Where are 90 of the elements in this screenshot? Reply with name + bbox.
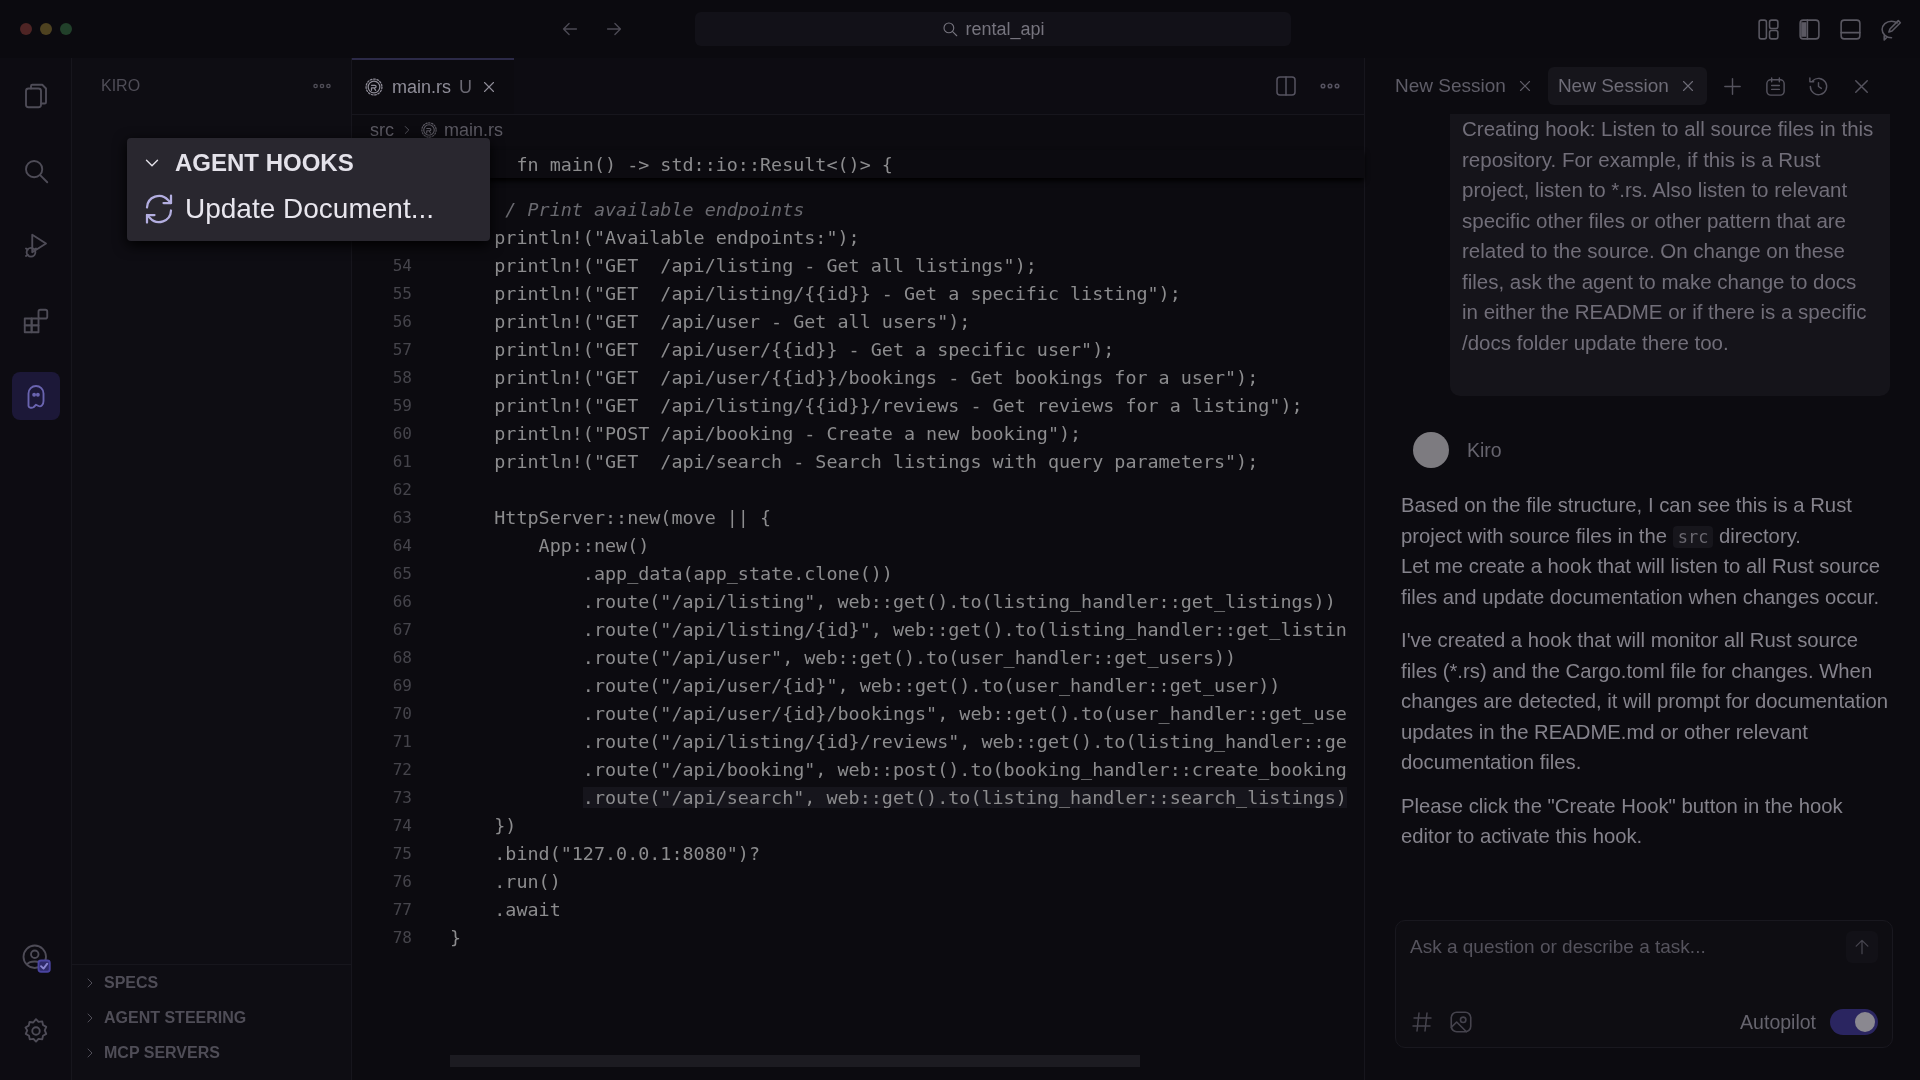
code-line: .bind("127.0.0.1:8080")? [494,842,760,864]
account-icon [20,942,51,973]
maximize-button[interactable] [60,23,72,35]
rust-file-icon [420,121,438,139]
sidebar-toggle-icon[interactable] [1797,16,1822,42]
message-text: I've created a hook that will monitor all Rust source files (*.rs) and the Cargo.toml file for changes. When changes are detected, it will prompt for documentation updates in the README.md or other relevant documentation files. [1401,628,1890,775]
line-number: 78 [391,927,412,947]
code-line: } [450,926,462,948]
line-number: 54 [391,255,412,275]
close-button[interactable] [20,23,32,35]
section-header[interactable]: AGENT STEERING [72,1000,253,1035]
code-line: App::new() [538,534,650,556]
line-number: 58 [391,367,412,387]
line-number: 56 [391,311,412,331]
search-icon [941,20,960,38]
split-editor-icon[interactable] [1274,74,1298,98]
panel-toggle-icon[interactable] [1838,16,1863,42]
line-number: 65 [391,563,412,583]
code-line: .app_data(app_state.clone()) [582,562,893,584]
code-line: println!("GET /api/listing/{{id}}/reviews - Get reviews for a listing"); [494,394,1303,416]
line-number: 72 [391,759,412,779]
line-number: 77 [391,899,412,919]
code-line: println!("GET /api/search - Search listings with query parameters"); [494,450,1259,472]
chat-input[interactable]: Ask a question or describe a task... [1410,932,1846,962]
git-status: U [459,76,472,98]
code-line: .route("/api/listing/{id}", web::get().to(listing_handler::get_listin [582,618,1347,640]
autopilot-label: Autopilot [1740,1010,1816,1034]
line-number: 57 [391,339,412,359]
message-text: Creating hook: Listen to all source files in this repository. For example, if this is a Rust project, listen to *.rs. Also listen to relevant specific other files or other pattern that are related to the source. On change on these files, ask the agent to make change to docs in either the README or if there is a specific /docs folder update there too. [1462,116,1874,356]
code-line: .route("/api/user", web::get().to(user_handler::get_users)) [582,646,1237,668]
line-number: 63 [391,507,412,527]
line-number: 62 [391,479,412,499]
rust-file-icon [364,77,384,97]
code-line: println!("GET /api/user/{{id}} - Get a specific user"); [494,338,1115,360]
send-button[interactable] [1846,931,1878,963]
line-number: 70 [391,703,412,723]
line-number: 73 [391,787,412,807]
message-text: Please click the "Create Hook" button in the hook editor to activate this hook. [1401,793,1844,849]
hash-icon[interactable] [1410,1010,1434,1034]
layout-icon[interactable] [1756,16,1781,42]
line-number: 75 [391,843,412,863]
code-line: println!("GET /api/user/{{id}}/bookings - Get bookings for a user"); [494,366,1259,388]
code-line: println!("Available endpoints:"); [494,226,860,248]
code-line: println!("GET /api/listing/{{id}} - Get a specific listing"); [494,282,1181,304]
session-tab[interactable]: New Session [1385,67,1544,105]
line-number: 68 [391,647,412,667]
section-header[interactable]: MCP SERVERS [72,1035,226,1070]
code-line: println!("GET /api/user - Get all users"); [494,310,971,332]
session-tab[interactable]: New Session [1547,67,1707,105]
file-name: main.rs [392,76,451,98]
minimize-button[interactable] [40,23,52,35]
ghost-tab[interactable] [11,371,60,420]
code-line: .route("/api/user/{id}", web::get().to(user_handler::get_user)) [582,674,1281,696]
line-number: 76 [391,871,412,891]
code-line: .run() [494,870,561,892]
line-number: 55 [391,283,412,303]
code-line: println!("POST /api/booking - Create a new booking"); [494,422,1082,444]
breadcrumb-item[interactable]: main.rs [444,119,503,141]
hook-item[interactable]: Update Document... [135,184,441,234]
line-number: 67 [391,619,412,639]
image-icon[interactable] [1448,1009,1474,1035]
code-line: .route("/api/listing/{id}/reviews", web::get().to(listing_handler::ge [582,730,1347,752]
history-icon[interactable] [1806,74,1830,98]
sender-name: Kiro [1467,438,1502,462]
sidebar-title: KIRO [101,77,141,95]
section-header[interactable]: AGENT HOOKS [135,142,360,184]
code-line: .route("/api/user/{id}/bookings", web::get().to(user_handler::get_use [582,702,1347,724]
message-text: Based on the file structure, I can see this is a Rust project with source files in the src directory. Let me create a hook that will listen to all Rust source files and update documentation when changes occur. [1401,493,1882,610]
code-line: println!("GET /api/listing - Get all listings"); [494,254,1037,276]
line-number: 59 [391,395,412,415]
code-line: / Print available endpoints [505,198,805,220]
section-header[interactable]: SPECS [72,965,165,1000]
line-number: 60 [391,423,412,443]
line-number: 74 [391,815,412,835]
code-line: HttpServer::new(move || { [494,506,772,528]
line-number: 69 [391,675,412,695]
search-field[interactable]: rental_api [695,12,1291,46]
code-line: fn main() -> std::io::Result<()> { [516,153,893,175]
toggle-switch[interactable] [1830,1009,1878,1035]
code-line: .await [494,898,561,920]
checklist-icon[interactable] [1763,74,1787,98]
line-number: 66 [391,591,412,611]
line-number: 71 [391,731,412,751]
code-line: }) [494,814,517,836]
code-line: .route("/api/booking", web::post().to(booking_handler::create_booking [582,758,1347,780]
line-number: 61 [391,451,412,471]
breadcrumb-item[interactable]: src [370,119,394,141]
avatar-icon [1413,432,1449,468]
code-line: .route("/api/listing", web::get().to(listing_handler::get_listings)) [582,590,1336,612]
line-number: 64 [391,535,412,555]
